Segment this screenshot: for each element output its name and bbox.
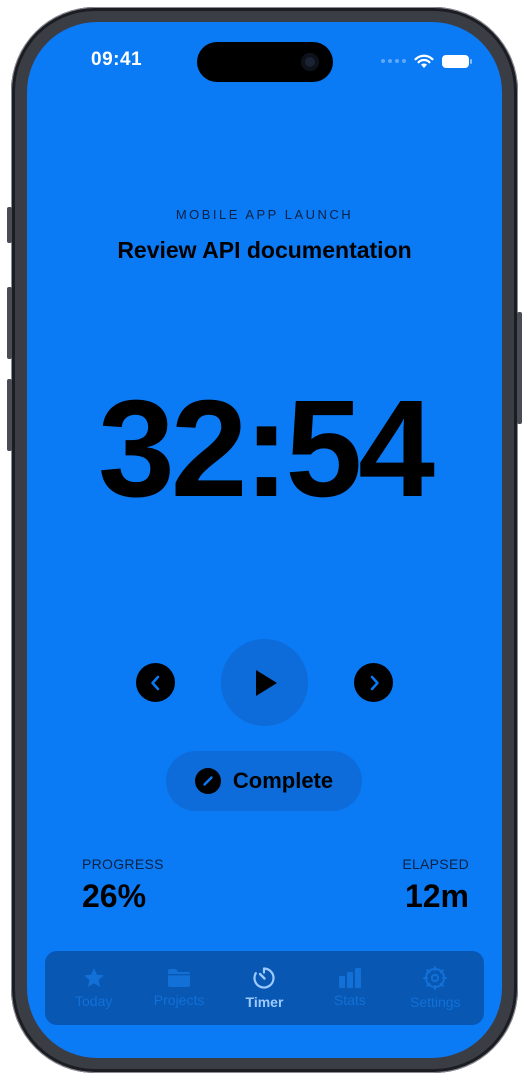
gear-icon	[423, 966, 448, 990]
tab-bar: Today Projects Timer Stats Settings	[45, 951, 484, 1025]
play-icon	[255, 669, 277, 696]
camera-icon	[301, 53, 319, 71]
app-screen: 09:41 MOBILE APP LAUNCH Review API docum…	[27, 22, 502, 1058]
timer-controls	[27, 639, 502, 726]
status-time: 09:41	[91, 49, 143, 70]
tab-label-settings: Settings	[409, 994, 461, 1010]
tab-label-timer: Timer	[245, 994, 284, 1010]
elapsed-label: ELAPSED	[402, 856, 469, 872]
previous-button[interactable]	[136, 663, 175, 702]
volume-up-button	[7, 287, 12, 359]
tab-settings[interactable]: Settings	[395, 966, 475, 1010]
tab-label-stats: Stats	[333, 992, 366, 1008]
phone-frame: 09:41 MOBILE APP LAUNCH Review API docum…	[7, 7, 522, 1073]
folder-icon	[168, 969, 191, 987]
dynamic-island	[197, 42, 333, 82]
power-button	[517, 312, 522, 424]
progress-value: 26%	[82, 878, 147, 914]
tab-timer[interactable]: Timer	[224, 966, 304, 1010]
tab-today[interactable]: Today	[54, 967, 134, 1009]
chevron-left-icon	[150, 675, 159, 690]
tab-label-projects: Projects	[153, 992, 205, 1008]
wifi-icon	[414, 54, 434, 68]
battery-icon	[442, 54, 472, 68]
elapsed-stat: ELAPSED 12m	[402, 856, 469, 915]
play-button[interactable]	[221, 639, 308, 726]
complete-label: Complete	[232, 768, 334, 793]
tab-stats[interactable]: Stats	[310, 968, 390, 1008]
progress-stat: PROGRESS 26%	[82, 856, 164, 915]
status-bar: 09:41	[27, 22, 502, 92]
tab-projects[interactable]: Projects	[139, 968, 219, 1008]
elapsed-value: 12m	[404, 878, 469, 914]
checkmark-icon	[194, 768, 221, 794]
complete-button[interactable]: Complete	[166, 751, 362, 811]
tab-label-today: Today	[75, 993, 113, 1009]
next-button[interactable]	[354, 663, 393, 702]
progress-label: PROGRESS	[82, 856, 164, 872]
task-title: Review API documentation	[117, 237, 412, 263]
project-name: MOBILE APP LAUNCH	[175, 207, 354, 222]
status-indicators	[381, 52, 472, 70]
signal-icon	[381, 59, 406, 63]
chevron-right-icon	[370, 675, 379, 690]
action-button	[7, 207, 12, 243]
volume-down-button	[7, 379, 12, 451]
timer-display: 32:54	[98, 372, 435, 526]
bar-chart-icon	[338, 968, 361, 988]
star-icon	[83, 968, 104, 987]
timer-icon	[253, 967, 276, 989]
